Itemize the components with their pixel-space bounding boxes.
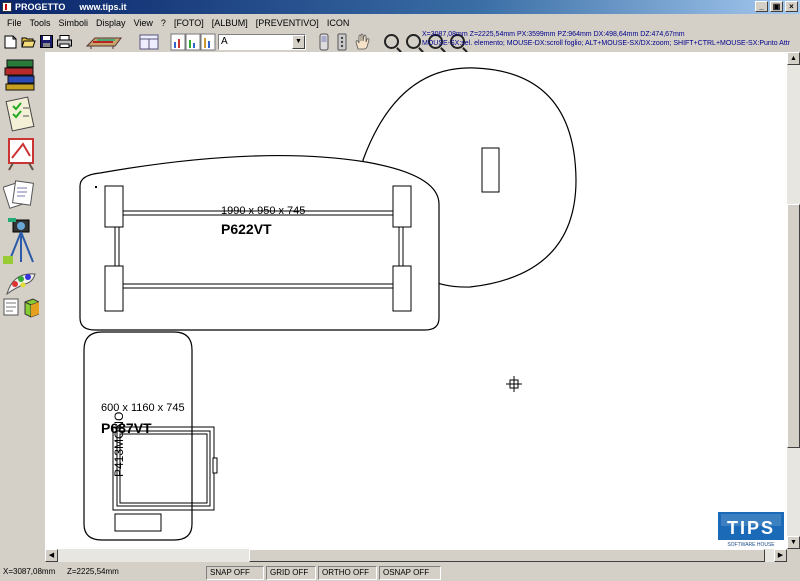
drawing-board-icon[interactable]	[3, 136, 39, 172]
status-z: Z=2225,54mm	[67, 566, 119, 576]
coordinates-info: X=3087,08mm Z=2225,54mm PX:3599mm PZ:964…	[422, 30, 800, 48]
phone-device-icon[interactable]	[316, 33, 332, 50]
drawer-handle	[212, 457, 218, 474]
vertical-scroll-thumb[interactable]	[787, 204, 800, 448]
camera-tripod-icon[interactable]	[3, 216, 39, 264]
vertical-scrollbar[interactable]: ▲ ▼	[787, 52, 800, 549]
maximize-button[interactable]: ▣	[770, 1, 783, 12]
status-bar: X=3087,08mm Z=2225,54mm SNAP OFF GRID OF…	[0, 564, 800, 581]
crosshair-cursor-icon	[506, 376, 522, 392]
window-layout-icon[interactable]	[138, 34, 160, 50]
grid-toggle[interactable]: GRID OFF	[266, 565, 316, 580]
main-desk-outline	[79, 155, 440, 331]
osnap-toggle[interactable]: OSNAP OFF	[379, 565, 441, 580]
chart-view-icon[interactable]	[170, 33, 216, 51]
furniture-library-icon[interactable]	[82, 33, 128, 51]
desk-leg-back-right	[392, 265, 412, 312]
zoom-in-icon[interactable]	[384, 34, 399, 49]
font-select[interactable]: A ▼	[218, 33, 306, 50]
horizontal-scrollbar[interactable]: ◀ ▶	[45, 549, 787, 562]
documents-icon[interactable]	[2, 176, 39, 212]
catalog-books-icon[interactable]	[3, 56, 39, 92]
menu-display[interactable]: Display	[92, 18, 130, 28]
side-desk-code[interactable]: P687VT	[101, 420, 152, 436]
logo-subtitle: SOFTWARE HOUSE	[727, 542, 775, 548]
main-desk-code[interactable]: P622VT	[221, 221, 272, 237]
scroll-up-icon[interactable]: ▲	[787, 52, 800, 65]
pan-hand-icon[interactable]	[352, 33, 374, 50]
drawing-canvas[interactable]: 1990 x 950 x 745 P622VT 600 x 1160 x 745…	[45, 52, 787, 549]
scroll-down-icon[interactable]: ▼	[787, 536, 800, 549]
objects-3d-icon[interactable]	[3, 296, 40, 320]
desk-leg-back-left	[104, 265, 124, 312]
menu-tools[interactable]: Tools	[26, 18, 55, 28]
desk-leg-front-left	[104, 185, 124, 228]
menu-icon[interactable]: ICON	[323, 18, 354, 28]
side-desk-outline	[83, 331, 193, 541]
close-button[interactable]: ×	[785, 1, 798, 12]
remote-device-icon[interactable]	[334, 33, 350, 50]
logo-text: TIPS	[727, 518, 775, 538]
menu-help[interactable]: ?	[157, 18, 170, 28]
menu-foto[interactable]: [FOTO]	[170, 18, 208, 28]
title-bar: PROGETTO www.tips.it _ ▣ ×	[0, 0, 800, 14]
horizontal-scroll-thumb[interactable]	[249, 549, 765, 562]
chevron-down-icon[interactable]: ▼	[292, 34, 305, 49]
zoom-out-icon[interactable]	[406, 34, 421, 49]
menu-file[interactable]: File	[3, 18, 26, 28]
scroll-left-icon[interactable]: ◀	[45, 549, 58, 562]
menu-view[interactable]: View	[130, 18, 157, 28]
tool-palette	[0, 52, 45, 552]
new-file-icon[interactable]	[2, 34, 18, 50]
main-desk-dimensions[interactable]: 1990 x 950 x 745	[221, 205, 305, 217]
drawer-unit-code[interactable]: P413MONO	[112, 412, 126, 477]
desk-leg-front-right	[392, 185, 412, 228]
save-icon[interactable]	[38, 34, 54, 50]
floor-plan-drawing	[79, 67, 577, 541]
coordinates-readout: X=3087,08mm Z=2225,54mm PX:3599mm PZ:964…	[422, 31, 685, 38]
checklist-icon[interactable]	[3, 96, 39, 132]
scroll-right-icon[interactable]: ▶	[774, 549, 787, 562]
window-title: PROGETTO	[15, 2, 66, 12]
menu-simboli[interactable]: Simboli	[55, 18, 93, 28]
menu-preventivo[interactable]: [PREVENTIVO]	[252, 18, 323, 28]
minimize-button[interactable]: _	[755, 1, 768, 12]
ortho-toggle[interactable]: ORTHO OFF	[318, 565, 377, 580]
open-folder-icon[interactable]	[20, 34, 36, 50]
tips-logo: TIPS SOFTWARE HOUSE	[718, 512, 784, 548]
font-select-value: A	[221, 35, 228, 47]
menu-bar: File Tools Simboli Display View ? [FOTO]…	[0, 14, 800, 31]
print-icon[interactable]	[56, 34, 72, 50]
snap-toggle[interactable]: SNAP OFF	[206, 565, 264, 580]
window-url: www.tips.it	[79, 2, 127, 12]
status-x: X=3087,08mm	[3, 566, 56, 576]
mouse-help-text: MOUSE-SX:sel. elemento; MOUSE-DX:scroll …	[422, 40, 791, 47]
app-icon	[2, 2, 12, 12]
menu-album[interactable]: [ALBUM]	[208, 18, 252, 28]
